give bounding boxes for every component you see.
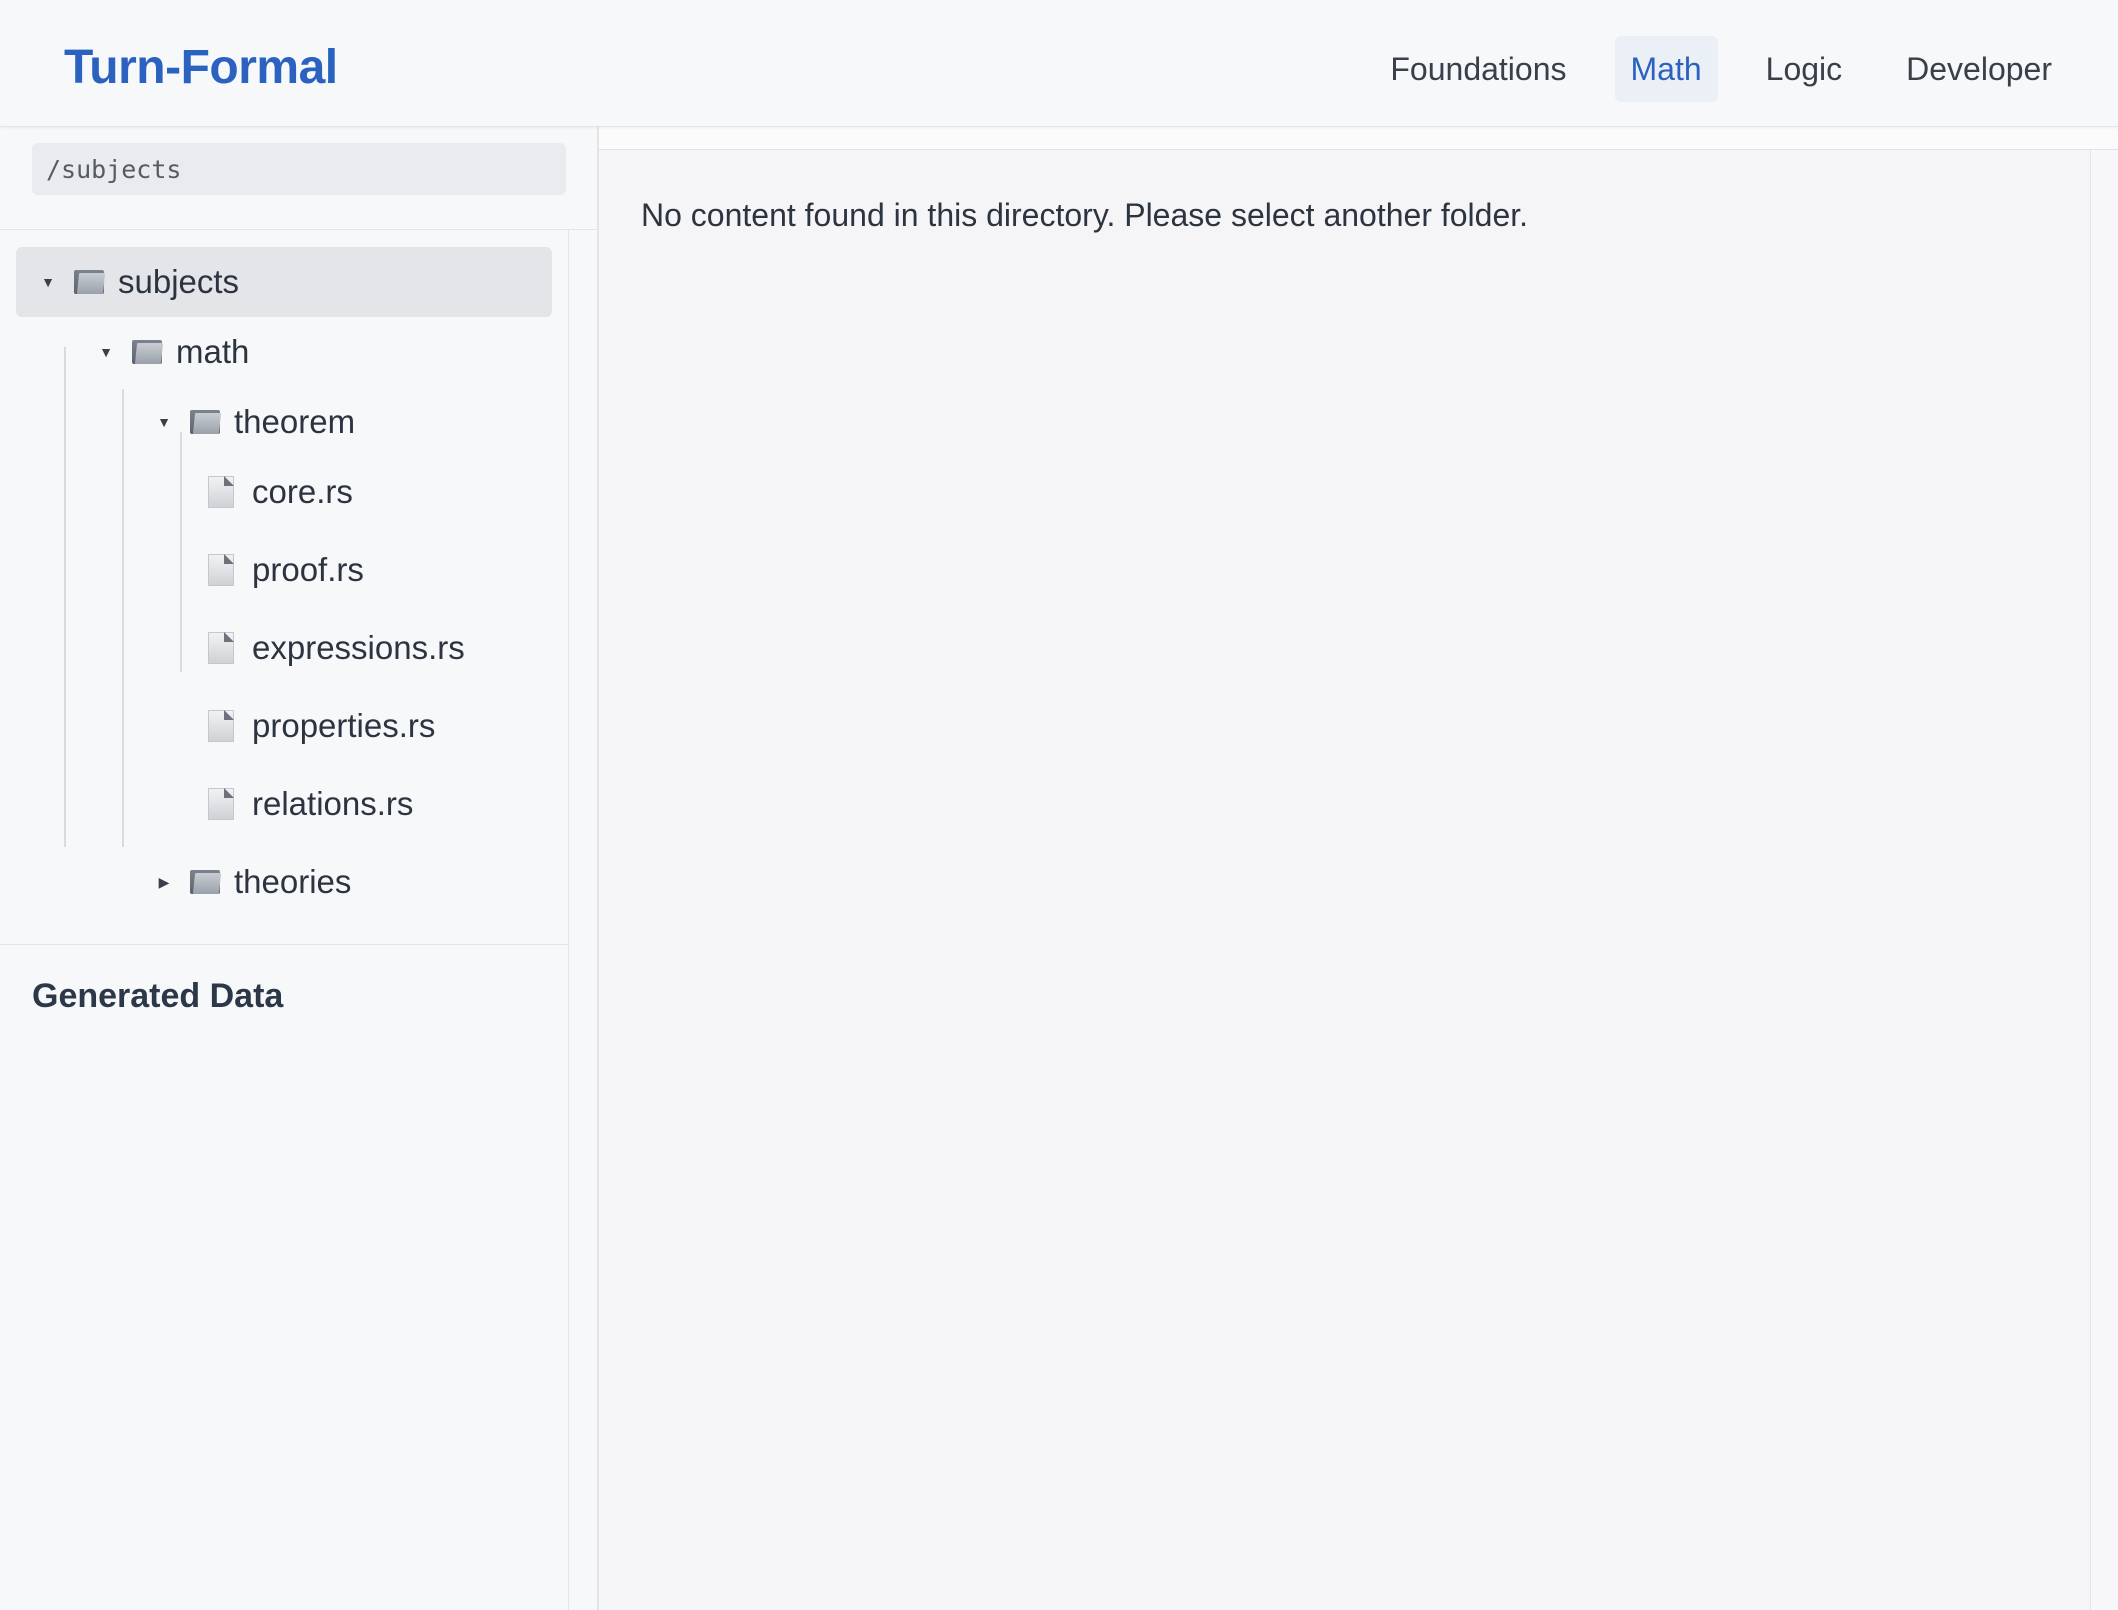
app-header: Turn-Formal Foundations Math Logic Devel… xyxy=(0,0,2118,127)
tree-label: subjects xyxy=(118,263,240,300)
tree-folder-theorem[interactable]: ▼ theorem xyxy=(154,397,355,447)
content-toolbar xyxy=(599,127,2118,150)
caret-down-icon[interactable]: ▼ xyxy=(96,344,116,360)
tree-label: properties.rs xyxy=(252,707,436,744)
tree-file-proof[interactable]: proof.rs xyxy=(208,545,364,595)
folder-icon xyxy=(190,870,222,894)
sidebar: /subjects ▼ subjects ▼ math ▼ theorem co… xyxy=(0,127,598,1610)
tree-label: relations.rs xyxy=(252,785,414,822)
file-icon xyxy=(208,554,234,586)
nav-math[interactable]: Math xyxy=(1614,36,1718,102)
generated-data-heading: Generated Data xyxy=(32,977,284,1015)
tree-label: core.rs xyxy=(252,473,353,510)
tree-file-expressions[interactable]: expressions.rs xyxy=(208,623,465,673)
tree-guide xyxy=(122,389,124,847)
caret-down-icon[interactable]: ▼ xyxy=(154,414,174,430)
brand-logo[interactable]: Turn-Formal xyxy=(64,40,338,95)
folder-icon xyxy=(74,270,106,294)
tree-guide xyxy=(64,347,66,847)
main-content: No content found in this directory. Plea… xyxy=(598,127,2118,1610)
nav-foundations[interactable]: Foundations xyxy=(1374,36,1582,102)
divider xyxy=(0,229,598,230)
nav-logic[interactable]: Logic xyxy=(1750,36,1859,102)
scrollbar[interactable] xyxy=(2090,150,2118,1610)
divider xyxy=(568,230,569,1610)
current-path: /subjects xyxy=(32,143,566,195)
tree-folder-subjects[interactable]: ▼ subjects xyxy=(16,247,552,317)
tree-file-properties[interactable]: properties.rs xyxy=(208,701,435,751)
folder-icon xyxy=(190,410,222,434)
tree-file-relations[interactable]: relations.rs xyxy=(208,779,413,829)
nav-developer[interactable]: Developer xyxy=(1890,36,2068,102)
file-icon xyxy=(208,710,234,742)
folder-icon xyxy=(132,340,164,364)
divider xyxy=(0,944,568,945)
tree-label: expressions.rs xyxy=(252,629,465,666)
tree-label: theories xyxy=(234,863,352,900)
caret-right-icon[interactable]: ▶ xyxy=(154,874,174,891)
tree-label: theorem xyxy=(234,403,356,440)
tree-folder-theories[interactable]: ▶ theories xyxy=(154,857,352,907)
empty-state-message: No content found in this directory. Plea… xyxy=(641,197,1529,233)
tree-folder-math[interactable]: ▼ math xyxy=(96,327,249,377)
tree-label: math xyxy=(176,333,250,370)
caret-down-icon[interactable]: ▼ xyxy=(38,274,58,290)
top-nav: Foundations Math Logic Developer xyxy=(1374,36,2068,102)
tree-file-core[interactable]: core.rs xyxy=(208,467,353,517)
file-icon xyxy=(208,788,234,820)
tree-guide xyxy=(180,432,182,672)
tree-label: proof.rs xyxy=(252,551,364,588)
file-icon xyxy=(208,632,234,664)
file-icon xyxy=(208,476,234,508)
